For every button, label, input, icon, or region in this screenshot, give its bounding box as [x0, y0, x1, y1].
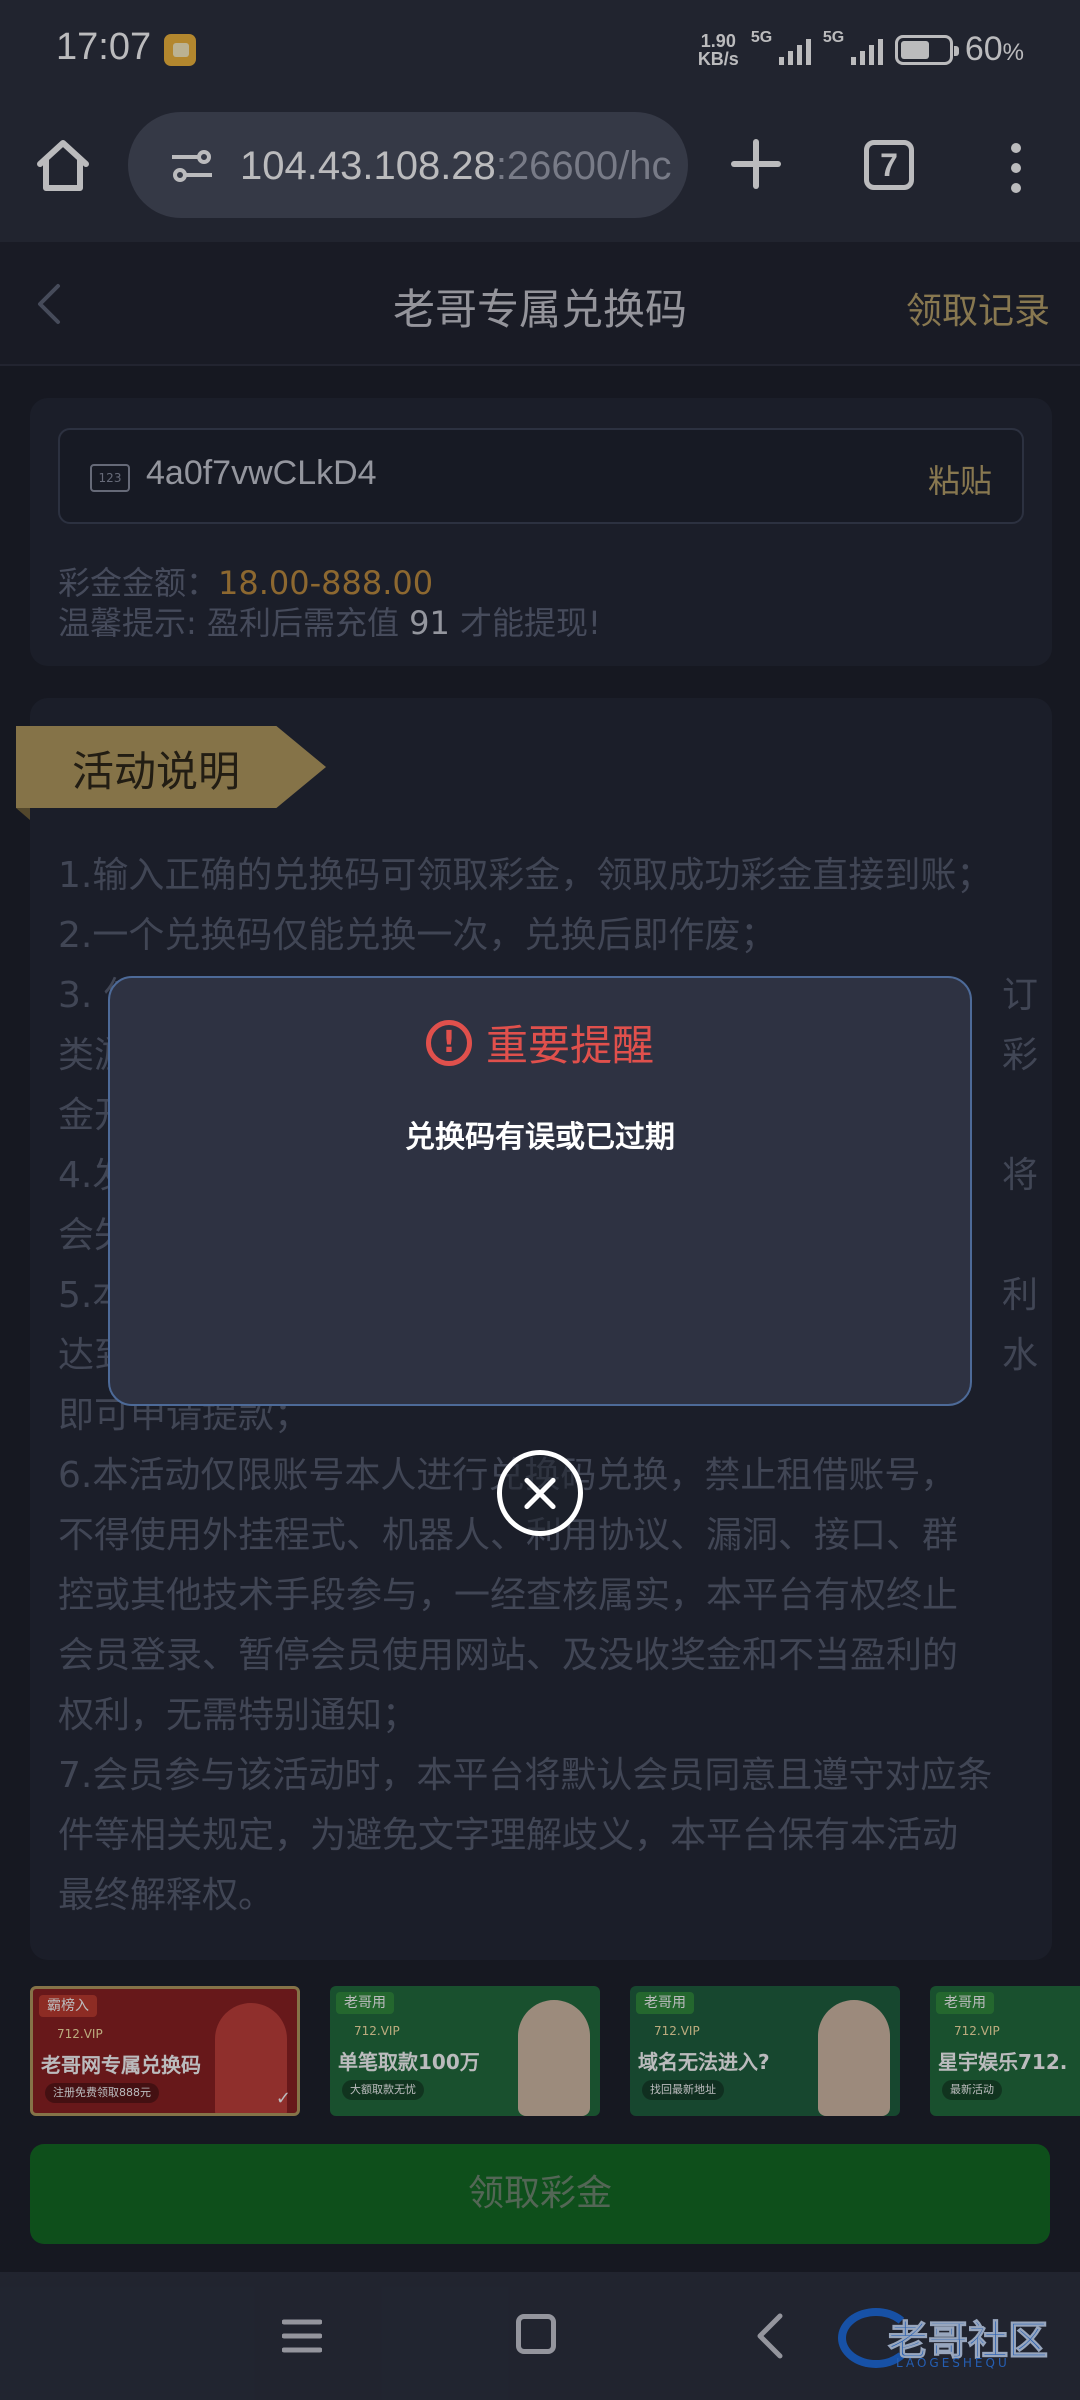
close-dialog-icon[interactable]	[497, 1450, 583, 1536]
exclamation-circle-icon: !	[425, 1019, 472, 1066]
alert-title: 重要提醒	[485, 1021, 654, 1070]
alert-dialog-header: ! 重要提醒	[110, 1012, 970, 1073]
alert-dialog: ! 重要提醒 兑换码有误或已过期	[108, 976, 972, 1406]
alert-message: 兑换码有误或已过期	[405, 1120, 675, 1155]
